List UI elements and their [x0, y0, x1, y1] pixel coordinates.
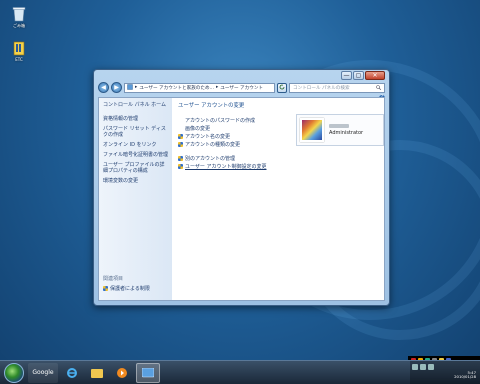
taskbar-google[interactable]: Google	[28, 362, 58, 383]
task-label: アカウントの種類の変更	[185, 142, 241, 148]
breadcrumb-separator: ▸	[135, 85, 138, 90]
taskbar-explorer[interactable]	[86, 363, 108, 383]
parental-controls-link[interactable]: 保護者による制限	[103, 285, 150, 292]
task-uac-settings[interactable]: ユーザー アカウント制御設定の変更	[178, 163, 378, 170]
desktop-icon-recycle-bin[interactable]: ごみ箱	[6, 6, 32, 29]
user-accounts-window: — ▢ ✕ ◀ ▶ ▸ ユーザー アカウントと家族のため... ▸ ユーザー ア…	[93, 69, 390, 306]
minimize-button[interactable]: —	[341, 71, 352, 80]
user-account-tile: Administrator	[296, 114, 384, 146]
network-icon[interactable]	[412, 363, 418, 370]
breadcrumb-segment[interactable]: ユーザー アカウントと家族のため...	[139, 85, 214, 91]
search-placeholder: コントロール パネルの検索	[293, 85, 350, 91]
main-pane: ユーザー アカウントの変更 アカウントのパスワードの作成 画像の変更 アカウント…	[172, 98, 384, 300]
left-link-profile-properties[interactable]: ユーザー プロファイルの詳細プロパティの構成	[103, 162, 168, 174]
maximize-button[interactable]: ▢	[353, 71, 364, 80]
task-label: 別のアカウントの管理	[185, 156, 236, 162]
taskbar: Google 5:47 2010/01/28	[0, 360, 480, 384]
back-button[interactable]: ◀	[98, 82, 109, 93]
user-role: Administrator	[329, 130, 364, 136]
control-panel-icon	[142, 367, 154, 377]
uac-shield-icon	[178, 164, 183, 169]
task-manage-another-account[interactable]: 別のアカウントの管理	[178, 155, 378, 162]
control-panel-home-link[interactable]: コントロール パネル ホーム	[103, 101, 168, 108]
internet-explorer-icon	[67, 367, 77, 378]
user-info: Administrator	[329, 124, 363, 136]
flag-icon[interactable]	[428, 363, 434, 370]
notification-area: 5:47 2010/01/28	[410, 360, 480, 384]
user-name-redacted	[329, 124, 349, 128]
recycle-bin-icon	[12, 6, 26, 22]
search-icon	[376, 85, 381, 90]
avatar[interactable]	[300, 118, 324, 142]
left-link-credentials[interactable]: 資格情報の管理	[103, 116, 168, 122]
task-label: アカウントのパスワードの作成	[185, 118, 256, 124]
forward-button[interactable]: ▶	[111, 82, 122, 93]
uac-shield-icon	[178, 142, 183, 147]
left-link-environment-variables[interactable]: 環境変数の変更	[103, 178, 168, 184]
uac-shield-icon	[178, 156, 183, 161]
navigation-bar: ◀ ▶ ▸ ユーザー アカウントと家族のため... ▸ ユーザー アカウント コ…	[98, 81, 385, 94]
refresh-icon	[279, 84, 285, 89]
page-title: ユーザー アカウントの変更	[178, 103, 245, 109]
breadcrumb-segment[interactable]: ユーザー アカウント	[220, 85, 263, 91]
media-player-icon	[117, 367, 127, 378]
refresh-button[interactable]	[277, 82, 287, 93]
left-link-online-id[interactable]: オンライン ID をリンク	[103, 142, 168, 148]
task-label: アカウント名の変更	[185, 134, 231, 140]
uac-shield-icon	[178, 134, 183, 139]
left-link-encryption-certs[interactable]: ファイル暗号化証明書の管理	[103, 152, 168, 158]
breadcrumb-separator: ▸	[215, 85, 219, 90]
task-label: ユーザー アカウント制御設定の変更	[185, 164, 267, 170]
folder-icon	[91, 368, 103, 378]
taskbar-ie[interactable]	[61, 363, 83, 383]
taskbar-media-player[interactable]	[111, 363, 133, 383]
close-button[interactable]: ✕	[365, 71, 385, 80]
desktop-icon-label: ごみ箱	[13, 23, 25, 28]
desktop-icon-label: ETC	[15, 57, 23, 62]
taskbar-control-panel[interactable]	[136, 362, 160, 383]
control-panel-icon	[127, 83, 133, 92]
uac-shield-icon	[103, 286, 108, 291]
tray-icons	[412, 363, 434, 370]
volume-icon[interactable]	[420, 363, 426, 370]
parental-controls-label: 保護者による制限	[110, 286, 150, 292]
caption-buttons: — ▢ ✕	[341, 71, 385, 80]
window-content: コントロール パネル ホーム 資格情報の管理 パスワード リセット ディスクの作…	[98, 97, 385, 301]
left-link-password-reset-disk[interactable]: パスワード リセット ディスクの作成	[103, 126, 168, 138]
left-pane: コントロール パネル ホーム 資格情報の管理 パスワード リセット ディスクの作…	[99, 98, 172, 300]
folder-icon	[12, 40, 26, 56]
clock-date: 2010/01/28	[454, 374, 476, 379]
search-input[interactable]: コントロール パネルの検索	[289, 82, 385, 93]
clock[interactable]: 5:47 2010/01/28	[454, 370, 476, 380]
address-bar[interactable]: ▸ ユーザー アカウントと家族のため... ▸ ユーザー アカウント	[124, 82, 275, 93]
start-button[interactable]	[4, 362, 24, 383]
task-label: 画像の変更	[185, 126, 211, 132]
desktop-icon-etc[interactable]: ETC	[6, 40, 32, 62]
see-also-heading: 関連項目	[103, 276, 124, 282]
